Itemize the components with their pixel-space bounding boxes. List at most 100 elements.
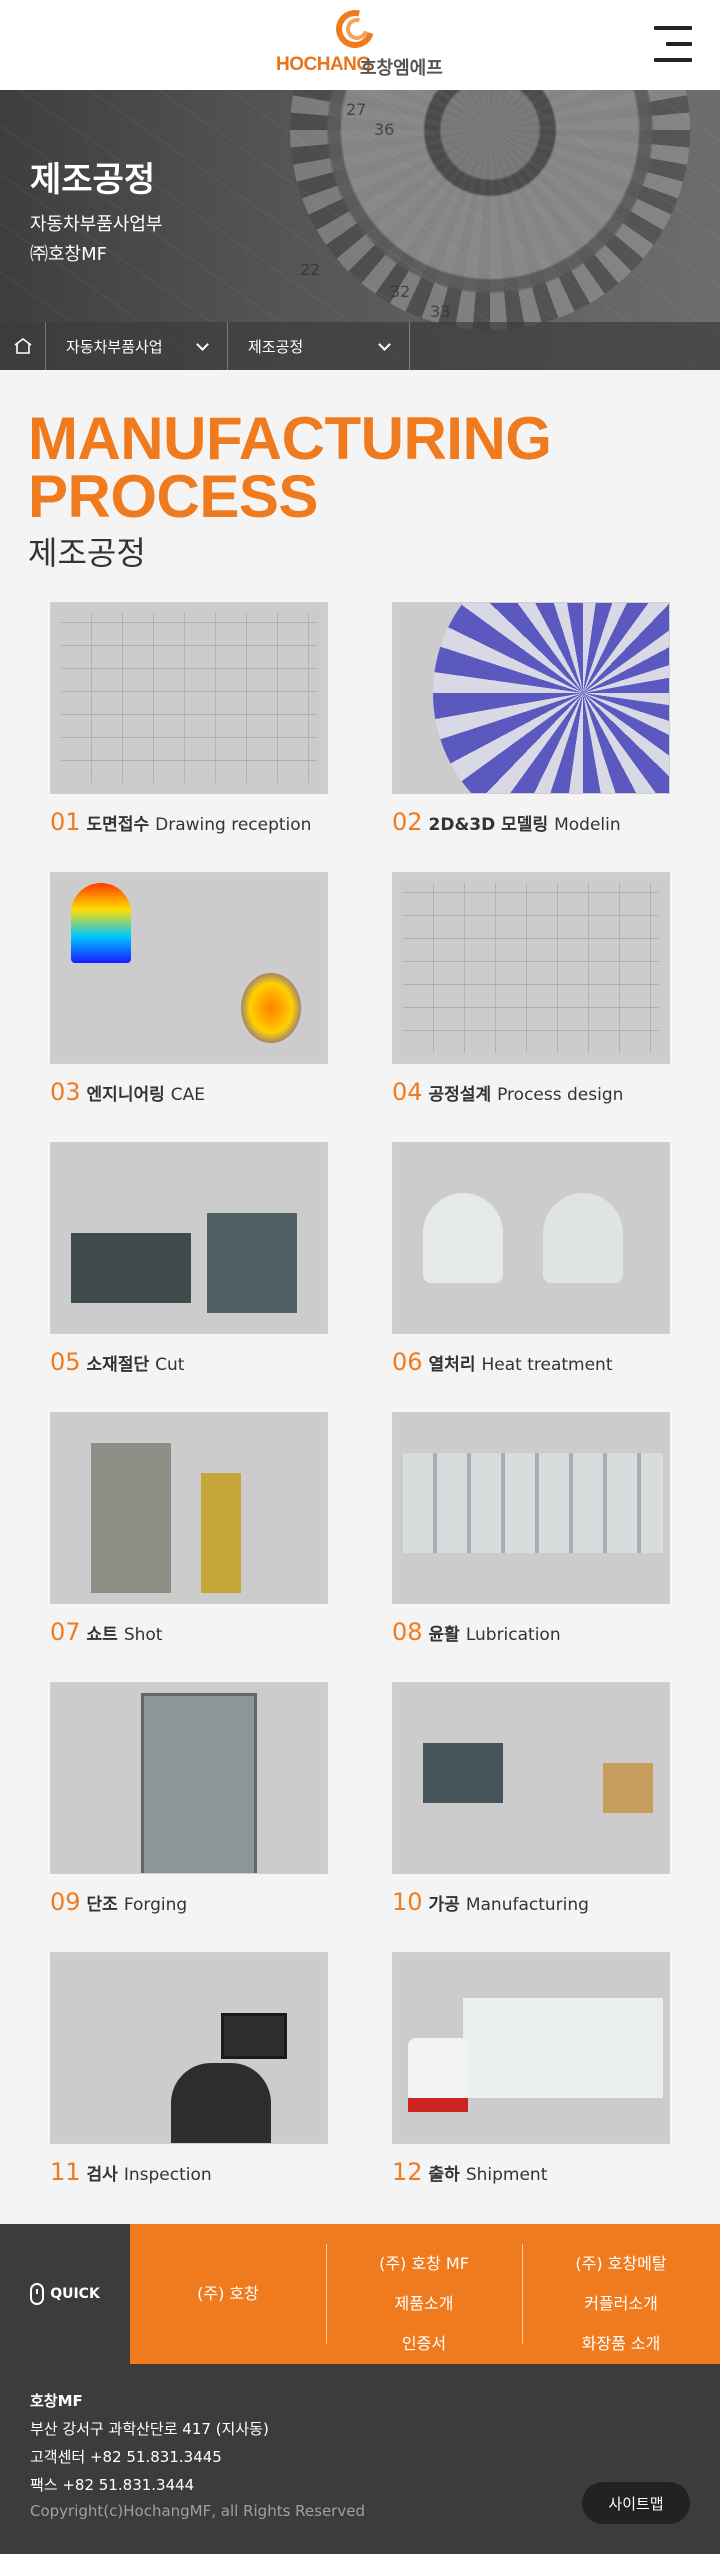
process-image-shot — [50, 1412, 328, 1604]
process-name-en: Shipment — [465, 2165, 548, 2185]
logo-brand-ko-text: 호창엠에프 — [360, 58, 443, 79]
link-hochang-mf[interactable]: (주) 호창 MF — [326, 2244, 522, 2284]
process-name-ko: 쇼트 — [86, 1625, 118, 1645]
process-item: 01 도면접수 Drawing reception — [50, 602, 328, 836]
site-header: HOCHANG 호창엠에프 — [0, 0, 720, 90]
family-site-links: (주) 호창 (주) 호창 MF 제품소개 인증서 (주) 호창메탈 커플러소개… — [130, 2224, 720, 2364]
link-column: (주) 호창 — [130, 2244, 326, 2344]
link-column: (주) 호창메탈 커플러소개 화장품 소개 — [522, 2244, 720, 2353]
chevron-down-icon — [378, 338, 391, 351]
process-caption: 12 출하 Shipment — [392, 2158, 670, 2186]
process-item: 11 검사 Inspection — [50, 1952, 328, 2186]
sitemap-button[interactable]: 사이트맵 — [582, 2482, 690, 2524]
process-image-process-design — [392, 872, 670, 1064]
home-icon[interactable] — [0, 322, 46, 370]
process-number: 11 — [50, 2158, 81, 2186]
process-caption: 05 소재절단 Cut — [50, 1348, 328, 1376]
link-products[interactable]: 제품소개 — [326, 2284, 522, 2324]
process-item: 12 출하 Shipment — [392, 1952, 670, 2186]
breadcrumb-dropdown-page[interactable]: 제조공정 — [228, 322, 410, 370]
link-hochang[interactable]: (주) 호창 — [130, 2244, 326, 2344]
process-name-en: Process design — [497, 1085, 624, 1105]
page-title: 제조공정 — [30, 160, 156, 200]
process-name-ko: 공정설계 — [428, 1085, 492, 1105]
process-name-ko: 엔지니어링 — [86, 1085, 165, 1105]
hero-drawing-number: 22 — [300, 260, 321, 279]
logo-brand-text: HOCHANG — [276, 54, 371, 75]
process-number: 01 — [50, 808, 81, 836]
hero-drawing-number: 27 — [346, 100, 367, 119]
process-item: 09 단조 Forging — [50, 1682, 328, 1916]
process-name-en: Inspection — [123, 2165, 212, 2185]
process-name-ko: 열처리 — [428, 1355, 476, 1375]
process-image-forging — [50, 1682, 328, 1874]
process-name-ko: 소재절단 — [86, 1355, 150, 1375]
link-column: (주) 호창 MF 제품소개 인증서 — [326, 2244, 522, 2353]
process-number: 03 — [50, 1078, 81, 1106]
process-image-cut — [50, 1142, 328, 1334]
process-item: 08 윤활 Lubrication — [392, 1412, 670, 1646]
process-caption: 04 공정설계 Process design — [392, 1078, 670, 1106]
process-name-ko: 윤활 — [428, 1625, 460, 1645]
hero-drawing-number: 32 — [390, 282, 411, 301]
process-number: 04 — [392, 1078, 423, 1106]
footer-company: 호창MF — [30, 2392, 83, 2410]
process-image-lubrication — [392, 1412, 670, 1604]
process-image-modeling — [392, 602, 670, 794]
process-number: 05 — [50, 1348, 81, 1376]
process-caption: 03 엔지니어링 CAE — [50, 1078, 328, 1106]
process-name-en: Forging — [123, 1895, 188, 1915]
process-number: 09 — [50, 1888, 81, 1916]
process-name-en: Heat treatment — [481, 1355, 613, 1375]
process-item: 07 쇼트 Shot — [50, 1412, 328, 1646]
hamburger-menu-icon[interactable] — [648, 24, 692, 64]
process-item: 06 열처리 Heat treatment — [392, 1142, 670, 1376]
hero-drawing-number: 36 — [374, 120, 395, 139]
hochang-logo[interactable]: HOCHANG 호창엠에프 — [276, 3, 446, 80]
process-name-en: Lubrication — [465, 1625, 561, 1645]
process-number: 02 — [392, 808, 423, 836]
link-hochang-metal[interactable]: (주) 호창메탈 — [522, 2244, 720, 2284]
process-image-manufacturing — [392, 1682, 670, 1874]
link-couplers[interactable]: 커플러소개 — [522, 2284, 720, 2324]
process-number: 06 — [392, 1348, 423, 1376]
breadcrumb-label: 제조공정 — [248, 337, 304, 356]
mouse-icon — [30, 2283, 45, 2305]
process-image-shipment — [392, 1952, 670, 2144]
quick-label: QUICK — [50, 2286, 100, 2302]
process-name-ko: 2D&3D 모델링 — [428, 815, 549, 835]
process-caption: 11 검사 Inspection — [50, 2158, 328, 2186]
chevron-down-icon — [196, 338, 209, 351]
section-title-line: MANUFACTURING — [28, 405, 552, 472]
section-title-en: MANUFACTURING PROCESS — [28, 405, 708, 530]
link-cosmetics[interactable]: 화장품 소개 — [522, 2324, 720, 2364]
process-image-drawing — [50, 602, 328, 794]
link-certificates[interactable]: 인증서 — [326, 2324, 522, 2364]
process-name-ko: 가공 — [428, 1895, 460, 1915]
section-title-ko: 제조공정 — [28, 534, 146, 572]
process-name-en: Drawing reception — [155, 815, 312, 835]
process-name-en: Modelin — [554, 815, 621, 835]
breadcrumb-label: 자동차부품사업 — [66, 337, 163, 356]
process-number: 08 — [392, 1618, 423, 1646]
page: HOCHANG 호창엠에프 27 36 22 33 32 제조공정 자동차부품사… — [0, 0, 720, 2554]
process-name-ko: 도면접수 — [86, 815, 150, 835]
site-footer: 호창MF 부산 강서구 과학산단로 417 (지사동) 고객센터 +82 51.… — [0, 2364, 720, 2554]
process-caption: 06 열처리 Heat treatment — [392, 1348, 670, 1376]
process-number: 07 — [50, 1618, 81, 1646]
process-image-cae — [50, 872, 328, 1064]
process-caption: 01 도면접수 Drawing reception — [50, 808, 328, 836]
breadcrumb-dropdown-business[interactable]: 자동차부품사업 — [46, 322, 228, 370]
breadcrumb: 자동차부품사업 제조공정 — [0, 322, 720, 370]
process-caption: 10 가공 Manufacturing — [392, 1888, 670, 1916]
process-name-ko: 출하 — [428, 2165, 460, 2185]
quick-menu-button[interactable]: QUICK — [0, 2224, 130, 2364]
process-name-ko: 단조 — [86, 1895, 118, 1915]
process-image-heat-treatment — [392, 1142, 670, 1334]
process-item: 04 공정설계 Process design — [392, 872, 670, 1106]
process-image-inspection — [50, 1952, 328, 2144]
process-item: 03 엔지니어링 CAE — [50, 872, 328, 1106]
section-title-line: PROCESS — [28, 463, 318, 530]
process-name-en: CAE — [170, 1085, 205, 1105]
process-number: 12 — [392, 2158, 423, 2186]
